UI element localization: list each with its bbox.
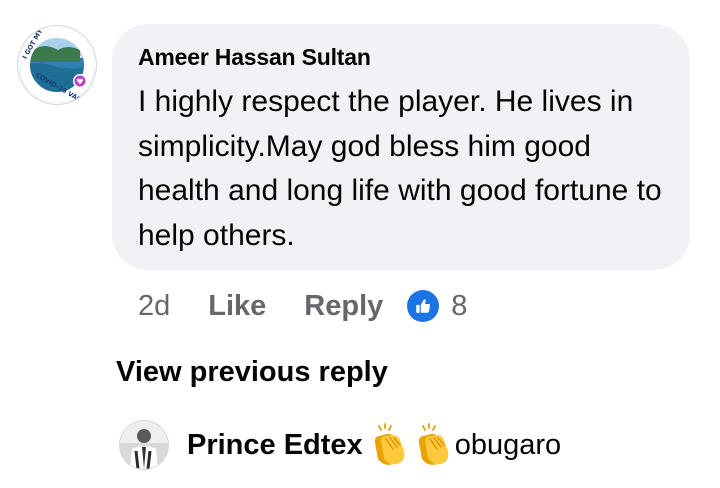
like-thumb-icon [407, 290, 440, 322]
reaction-count: 8 [451, 289, 468, 322]
reply-preview[interactable]: Prince Edtex obugaro [120, 420, 561, 470]
comment-author[interactable]: Ameer Hassan Sultan [138, 44, 371, 71]
clapping-hands-icon [369, 423, 409, 467]
reply-author-name[interactable]: Prince Edtex [187, 429, 363, 462]
clapping-hands-icon [413, 423, 453, 467]
comment-thread: I GOT MY COVID-19 VACCINE Ameer Hassan S… [0, 0, 720, 488]
comment-actions: 2d Like Reply 8 [138, 286, 467, 326]
comment-timestamp[interactable]: 2d [138, 290, 170, 323]
commenter-avatar[interactable]: I GOT MY COVID-19 VACCINE [18, 26, 96, 104]
reply-button[interactable]: Reply [304, 290, 383, 323]
reply-author-avatar[interactable] [120, 421, 168, 469]
view-previous-reply-link[interactable]: View previous reply [116, 356, 388, 389]
like-button[interactable]: Like [208, 290, 266, 323]
reply-text-preview: obugaro [454, 428, 562, 461]
vaccine-frame-avatar-icon: I GOT MY COVID-19 VACCINE [19, 27, 96, 104]
reaction-summary[interactable]: 8 [407, 290, 467, 323]
person-photo-icon [120, 421, 168, 469]
comment-text: I highly respect the player. He lives in… [138, 85, 662, 252]
